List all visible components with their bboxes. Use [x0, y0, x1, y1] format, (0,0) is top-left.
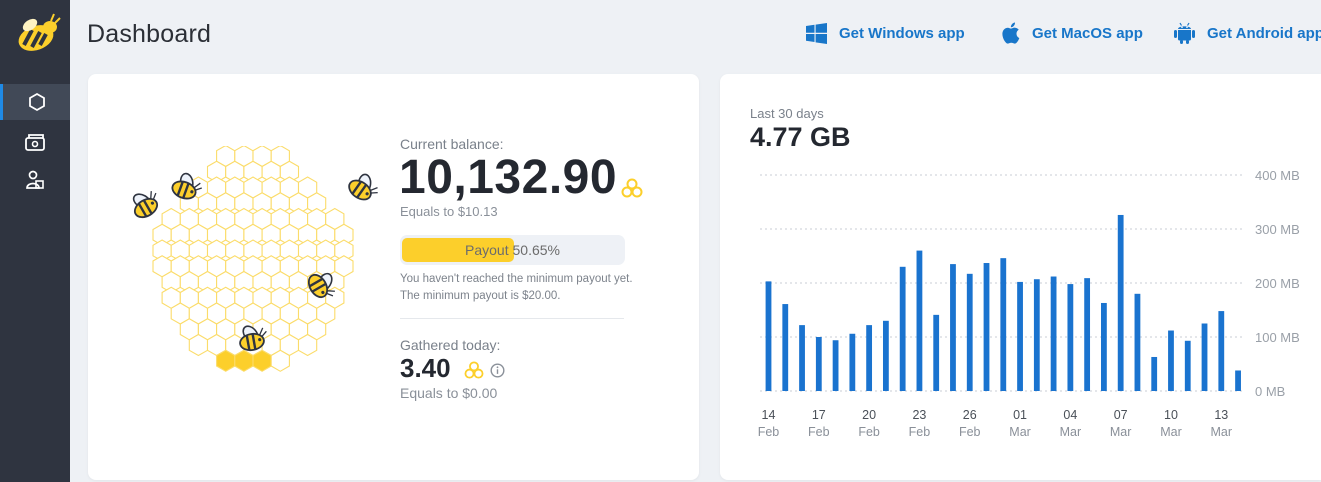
chart-bar[interactable] [950, 264, 956, 391]
x-tick-month-label: Feb [858, 425, 880, 439]
chart-bar[interactable] [1101, 302, 1107, 391]
nav-item-wallet[interactable] [0, 124, 70, 160]
chart-bar[interactable] [832, 340, 839, 391]
bee-icon [132, 191, 159, 219]
honey-coin-icon [621, 178, 643, 198]
traffic-card: Last 30 days 4.77 GB 400 MB 300 MB 200 MB 1… [720, 74, 1321, 480]
page-title: Dashboard [87, 20, 212, 48]
chart-bar[interactable] [1168, 330, 1174, 391]
payout-progress-bar: Payout 50.65% [400, 235, 625, 265]
x-tick-day-label: 26 [963, 408, 977, 422]
windows-icon [806, 22, 827, 44]
x-tick-month-label: Feb [909, 425, 931, 439]
chart-bar[interactable] [1134, 293, 1141, 391]
y-tick-label: 200 MB [1255, 276, 1300, 291]
y-tick-label: 300 MB [1255, 222, 1300, 237]
honeycomb-cell [297, 333, 318, 357]
honeycomb-cell [216, 349, 236, 372]
x-tick-day-label: 04 [1063, 408, 1077, 422]
get-windows-app-link[interactable]: Get Windows app [806, 20, 965, 46]
x-tick-day-label: 20 [862, 408, 876, 422]
x-tick-month-label: Mar [1160, 425, 1182, 439]
current-balance-value: 10,132.90 [399, 151, 618, 204]
honey-coin-icon [464, 361, 484, 379]
x-tick-month-label: Mar [1060, 425, 1082, 439]
honeycomb-cell [270, 349, 290, 372]
x-tick-month-label: Feb [758, 425, 780, 439]
nav-item-referrals[interactable] [0, 162, 70, 198]
x-tick-day-label: 01 [1013, 408, 1027, 422]
chart-bar[interactable] [1151, 356, 1158, 391]
get-windows-app-label: Get Windows app [839, 24, 965, 42]
chart-bar[interactable] [1201, 323, 1208, 392]
bee-logo[interactable] [10, 12, 62, 56]
chart-bar[interactable] [1184, 340, 1191, 391]
chart-bar[interactable] [983, 263, 990, 391]
traffic-bar-chart: 400 MB 300 MB 200 MB 100 MB 0 MB 14 Feb 17 Feb 20… [758, 168, 1300, 439]
y-tick-label: 100 MB [1255, 330, 1300, 345]
chart-bar[interactable] [866, 325, 873, 391]
chart-bar[interactable] [849, 333, 856, 391]
x-tick-day-label: 13 [1214, 408, 1228, 422]
x-tick-month-label: Feb [808, 425, 830, 439]
divider [400, 318, 624, 319]
x-tick-month-label: Feb [959, 425, 981, 439]
info-icon[interactable] [490, 363, 505, 378]
get-android-app-label: Get Android app [1207, 24, 1321, 42]
chart-bar[interactable] [1218, 311, 1225, 391]
y-tick-label: 400 MB [1255, 168, 1300, 183]
get-macos-app-label: Get MacOS app [1032, 24, 1143, 42]
chart-bar[interactable] [1033, 279, 1040, 391]
x-tick-month-label: Mar [1009, 425, 1031, 439]
wallet-icon [25, 134, 45, 151]
chart-bar[interactable] [799, 325, 805, 391]
chart-bar[interactable] [1117, 214, 1124, 391]
bee-icon [348, 173, 378, 201]
chart-bar[interactable] [765, 281, 772, 391]
apple-icon [1002, 22, 1020, 44]
chart-bar[interactable] [899, 266, 906, 391]
x-tick-month-label: Mar [1110, 425, 1132, 439]
chart-bar[interactable] [966, 273, 973, 391]
chart-bar[interactable] [933, 314, 940, 391]
payout-progress-text: Payout 50.65% [465, 242, 560, 258]
honeycomb-cell [234, 349, 254, 372]
gathered-usd-equivalent: Equals to $0.00 [400, 385, 498, 401]
x-tick-day-label: 07 [1114, 408, 1128, 422]
payout-note: You haven't reached the minimum payout y… [400, 273, 633, 302]
chart-bar[interactable] [1050, 276, 1057, 391]
honeycomb-cell [252, 349, 272, 372]
balance-usd-equivalent: Equals to $10.13 [400, 204, 498, 219]
referrals-icon [26, 170, 44, 189]
gathered-today-label: Gathered today: [400, 337, 501, 353]
x-tick-month-label: Mar [1211, 425, 1233, 439]
chart-bar[interactable] [882, 320, 889, 391]
hexagon-icon [28, 92, 45, 112]
honeycomb-illustration [132, 146, 378, 372]
chart-bar[interactable] [1000, 258, 1007, 391]
topbar: Dashboard Get Windows app Get MacOS app … [70, 0, 1321, 66]
chart-bar[interactable] [916, 250, 923, 391]
chart-bar[interactable] [815, 337, 822, 391]
x-tick-day-label: 10 [1164, 408, 1178, 422]
x-tick-day-label: 23 [912, 408, 926, 422]
y-tick-label: 0 MB [1255, 384, 1285, 399]
android-icon [1174, 22, 1195, 44]
chart-bar[interactable] [1067, 284, 1074, 391]
x-tick-day-label: 17 [812, 408, 826, 422]
get-android-app-link[interactable]: Get Android app [1174, 20, 1321, 46]
chart-bar[interactable] [1017, 281, 1023, 391]
balance-card: Current balance: 10,132.90 Equals to $10… [88, 74, 699, 480]
chart-bar[interactable] [1235, 370, 1241, 391]
gathered-today-value: 3.40 [400, 353, 451, 383]
x-tick-day-label: 14 [762, 408, 776, 422]
honeycomb-cell [188, 333, 209, 357]
get-macos-app-link[interactable]: Get MacOS app [1001, 20, 1143, 46]
nav-item-dashboard[interactable] [0, 84, 70, 120]
chart-bar[interactable] [1084, 278, 1091, 391]
chart-bar[interactable] [782, 304, 789, 391]
sidebar [0, 0, 70, 482]
